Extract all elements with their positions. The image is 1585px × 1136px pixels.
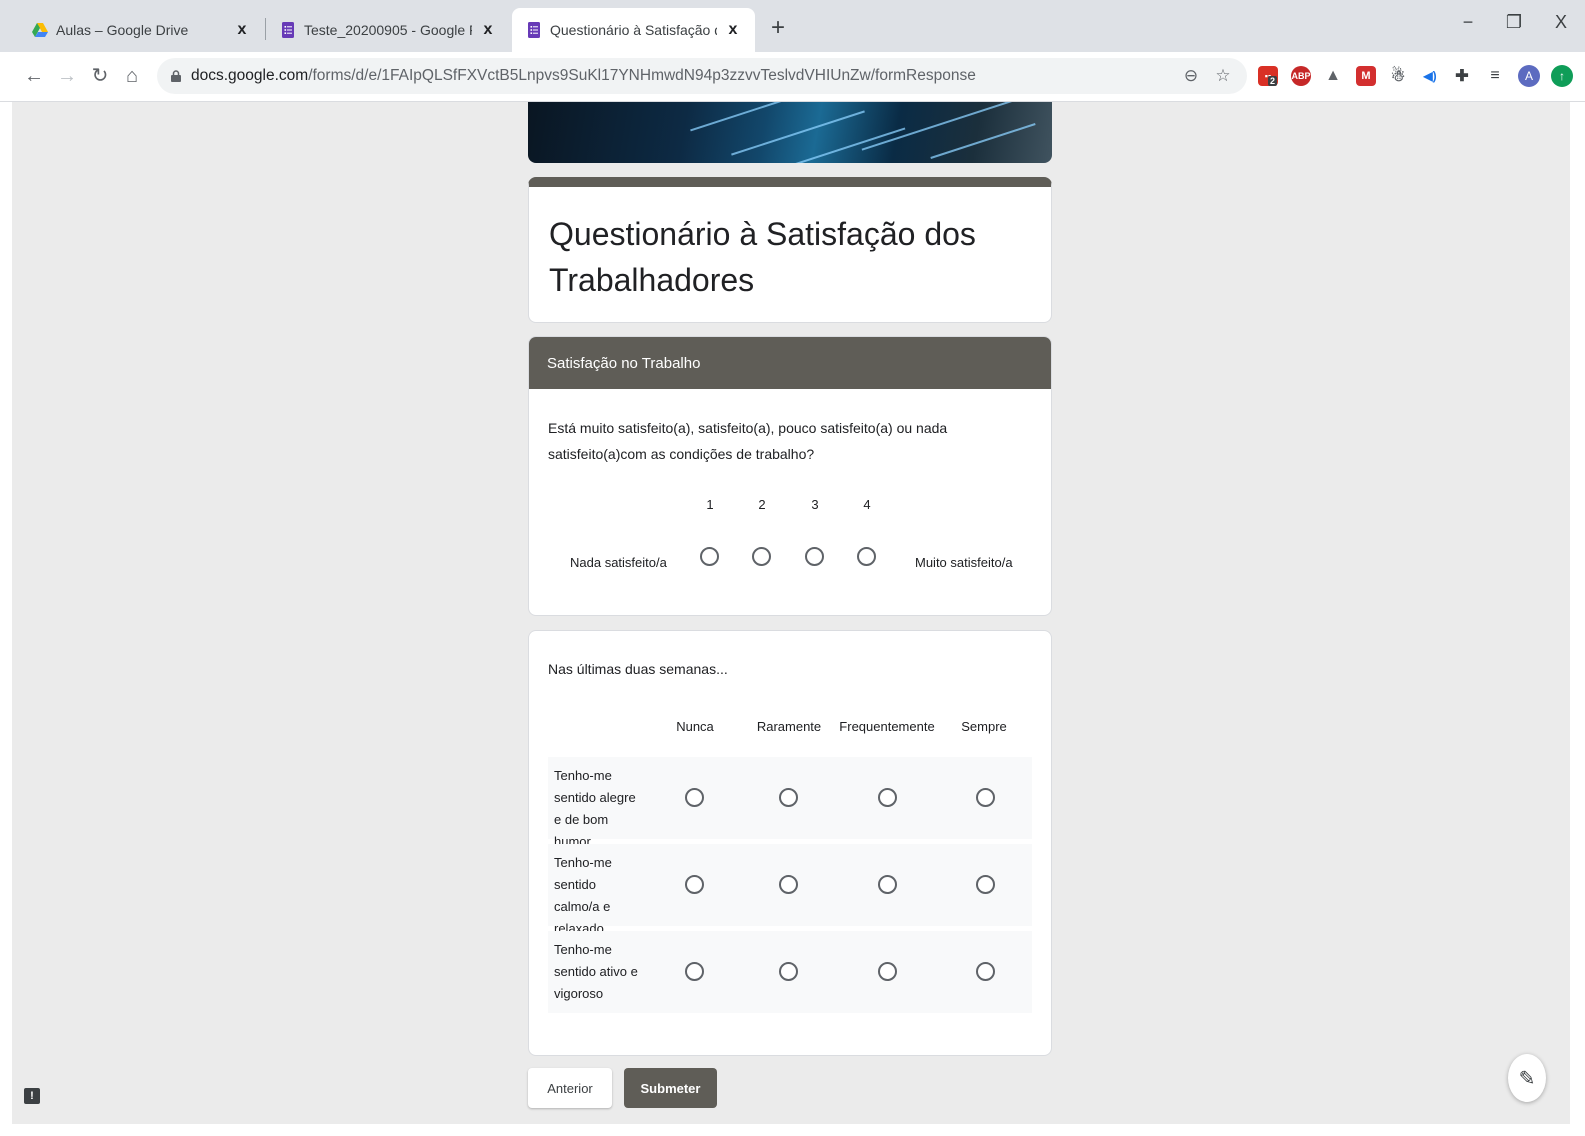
grid-row-label: Tenho-me sentido alegre e de bom humor (554, 768, 636, 849)
grid-radio-sempre[interactable] (976, 875, 995, 894)
back-arrow-icon[interactable]: ← (22, 64, 46, 88)
form-page: Questionário à Satisfação dos Trabalhado… (12, 102, 1570, 1124)
reload-icon[interactable]: ↻ (88, 64, 112, 88)
submit-button[interactable]: Submeter (624, 1068, 717, 1108)
tab-close-icon[interactable]: x (725, 21, 741, 39)
google-forms-icon (282, 22, 294, 38)
tab-title: Questionário à Satisfação dos Tra (550, 22, 717, 38)
scale-number: 3 (811, 497, 819, 512)
question-text: Nas últimas duas semanas... (548, 661, 728, 677)
tab-close-icon[interactable]: x (480, 21, 496, 39)
banner-light-streak (790, 127, 906, 163)
drive-extension-icon[interactable]: ▲ (1323, 66, 1343, 86)
tab-questionario-active[interactable]: Questionário à Satisfação dos Tra x (512, 8, 755, 52)
tab-title: Aulas – Google Drive (56, 22, 189, 38)
form-title-card: Questionário à Satisfação dos Trabalhado… (528, 177, 1052, 323)
grid-radio-sempre[interactable] (976, 962, 995, 981)
scale-radio-3[interactable] (805, 547, 824, 566)
profile-avatar[interactable]: A (1518, 65, 1540, 87)
grid-row: Tenho-me sentido calmo/a e relaxado (548, 844, 1032, 936)
question-card-grid: Nas últimas duas semanas... Nunca Rarame… (528, 630, 1052, 1056)
scale-high-label: Muito satisfeito/a (915, 555, 1013, 570)
banner-light-streak (861, 102, 1015, 151)
update-icon[interactable]: ↑ (1551, 65, 1573, 87)
grid-row-label: Tenho-me sentido calmo/a e relaxado (554, 855, 612, 936)
tab-title: Teste_20200905 - Google Forms (304, 22, 472, 38)
scale-number: 1 (706, 497, 714, 512)
extension-badge: 2 (1268, 76, 1278, 86)
tab-close-icon[interactable]: x (234, 21, 250, 39)
extensions-puzzle-icon[interactable]: ✚ (1452, 66, 1472, 86)
browser-tabstrip: Aulas – Google Drive x Teste_20200905 - … (0, 0, 1585, 52)
scale-radio-1[interactable] (700, 547, 719, 566)
grid-column-header: Nunca (676, 719, 714, 734)
tab-teste-forms[interactable]: Teste_20200905 - Google Forms x (266, 8, 510, 52)
report-abuse-icon[interactable]: ! (24, 1088, 40, 1104)
home-icon[interactable]: ⌂ (120, 64, 144, 88)
restore-button[interactable]: ❐ (1502, 12, 1526, 33)
url-host: docs.google.com (191, 67, 309, 84)
grid-radio-frequentemente[interactable] (878, 962, 897, 981)
google-drive-icon (32, 23, 48, 37)
address-bar[interactable]: docs.google.com/forms/d/e/1FAIpQLSfFXVct… (157, 58, 1247, 94)
google-forms-icon (528, 22, 540, 38)
zoom-icon[interactable]: ⊖ (1181, 66, 1201, 86)
scale-radio-2[interactable] (752, 547, 771, 566)
question-text: Está muito satisfeito(a), satisfeito(a),… (548, 420, 948, 462)
section-header: Satisfação no Trabalho (529, 337, 1051, 389)
reading-list-icon[interactable]: ≡ (1485, 66, 1505, 86)
adblock-plus-icon[interactable]: ABP (1291, 66, 1311, 86)
sound-icon[interactable]: ◀) (1420, 66, 1440, 86)
grid-column-header: Frequentemente (839, 719, 935, 734)
grid-radio-nunca[interactable] (685, 962, 704, 981)
scale-radio-4[interactable] (857, 547, 876, 566)
lock-icon (171, 70, 181, 82)
scale-low-label: Nada satisfeito/a (570, 555, 667, 570)
question-card-satisfaction: Satisfação no Trabalho Está muito satisf… (528, 336, 1052, 616)
extension-m-icon[interactable]: M (1356, 66, 1376, 86)
extension-robot-icon[interactable]: ☃ (1388, 66, 1408, 86)
grid-radio-raramente[interactable] (779, 875, 798, 894)
grid-row-label: Tenho-me sentido ativo e vigoroso (554, 942, 638, 1001)
grid-row: Tenho-me sentido ativo e vigoroso (548, 931, 1032, 1013)
bookmark-star-icon[interactable]: ☆ (1213, 66, 1233, 86)
grid-radio-raramente[interactable] (779, 788, 798, 807)
grid-radio-frequentemente[interactable] (878, 788, 897, 807)
grid-radio-raramente[interactable] (779, 962, 798, 981)
url-path: /forms/d/e/1FAIpQLSfFXVctB5Lnpvs9SuKl17Y… (308, 67, 976, 84)
grid-radio-nunca[interactable] (685, 788, 704, 807)
banner-light-streak (690, 102, 786, 132)
scale-number: 2 (758, 497, 766, 512)
new-tab-button[interactable]: + (766, 14, 790, 42)
url-text: docs.google.com/forms/d/e/1FAIpQLSfFXVct… (191, 67, 976, 85)
tab-google-drive[interactable]: Aulas – Google Drive x (18, 8, 264, 52)
minimize-button[interactable]: − (1456, 12, 1480, 33)
close-window-button[interactable]: X (1549, 12, 1573, 33)
grid-column-header: Sempre (961, 719, 1007, 734)
grid-row: Tenho-me sentido alegre e de bom humor (548, 757, 1032, 849)
form-title: Questionário à Satisfação dos Trabalhado… (549, 216, 976, 298)
header-banner-image (528, 102, 1052, 163)
grid-column-header: Raramente (756, 719, 822, 734)
edit-pencil-icon[interactable]: ✎ (1508, 1054, 1546, 1102)
extension-calendar-icon[interactable]: ▪▪2 (1258, 66, 1278, 86)
previous-button[interactable]: Anterior (528, 1068, 612, 1108)
scale-number: 4 (863, 497, 871, 512)
forward-arrow-icon[interactable]: → (55, 64, 79, 88)
grid-radio-frequentemente[interactable] (878, 875, 897, 894)
grid-radio-nunca[interactable] (685, 875, 704, 894)
banner-light-streak (930, 123, 1036, 159)
grid-radio-sempre[interactable] (976, 788, 995, 807)
browser-toolbar: ← → ↻ ⌂ docs.google.com/forms/d/e/1FAIpQ… (0, 52, 1585, 102)
